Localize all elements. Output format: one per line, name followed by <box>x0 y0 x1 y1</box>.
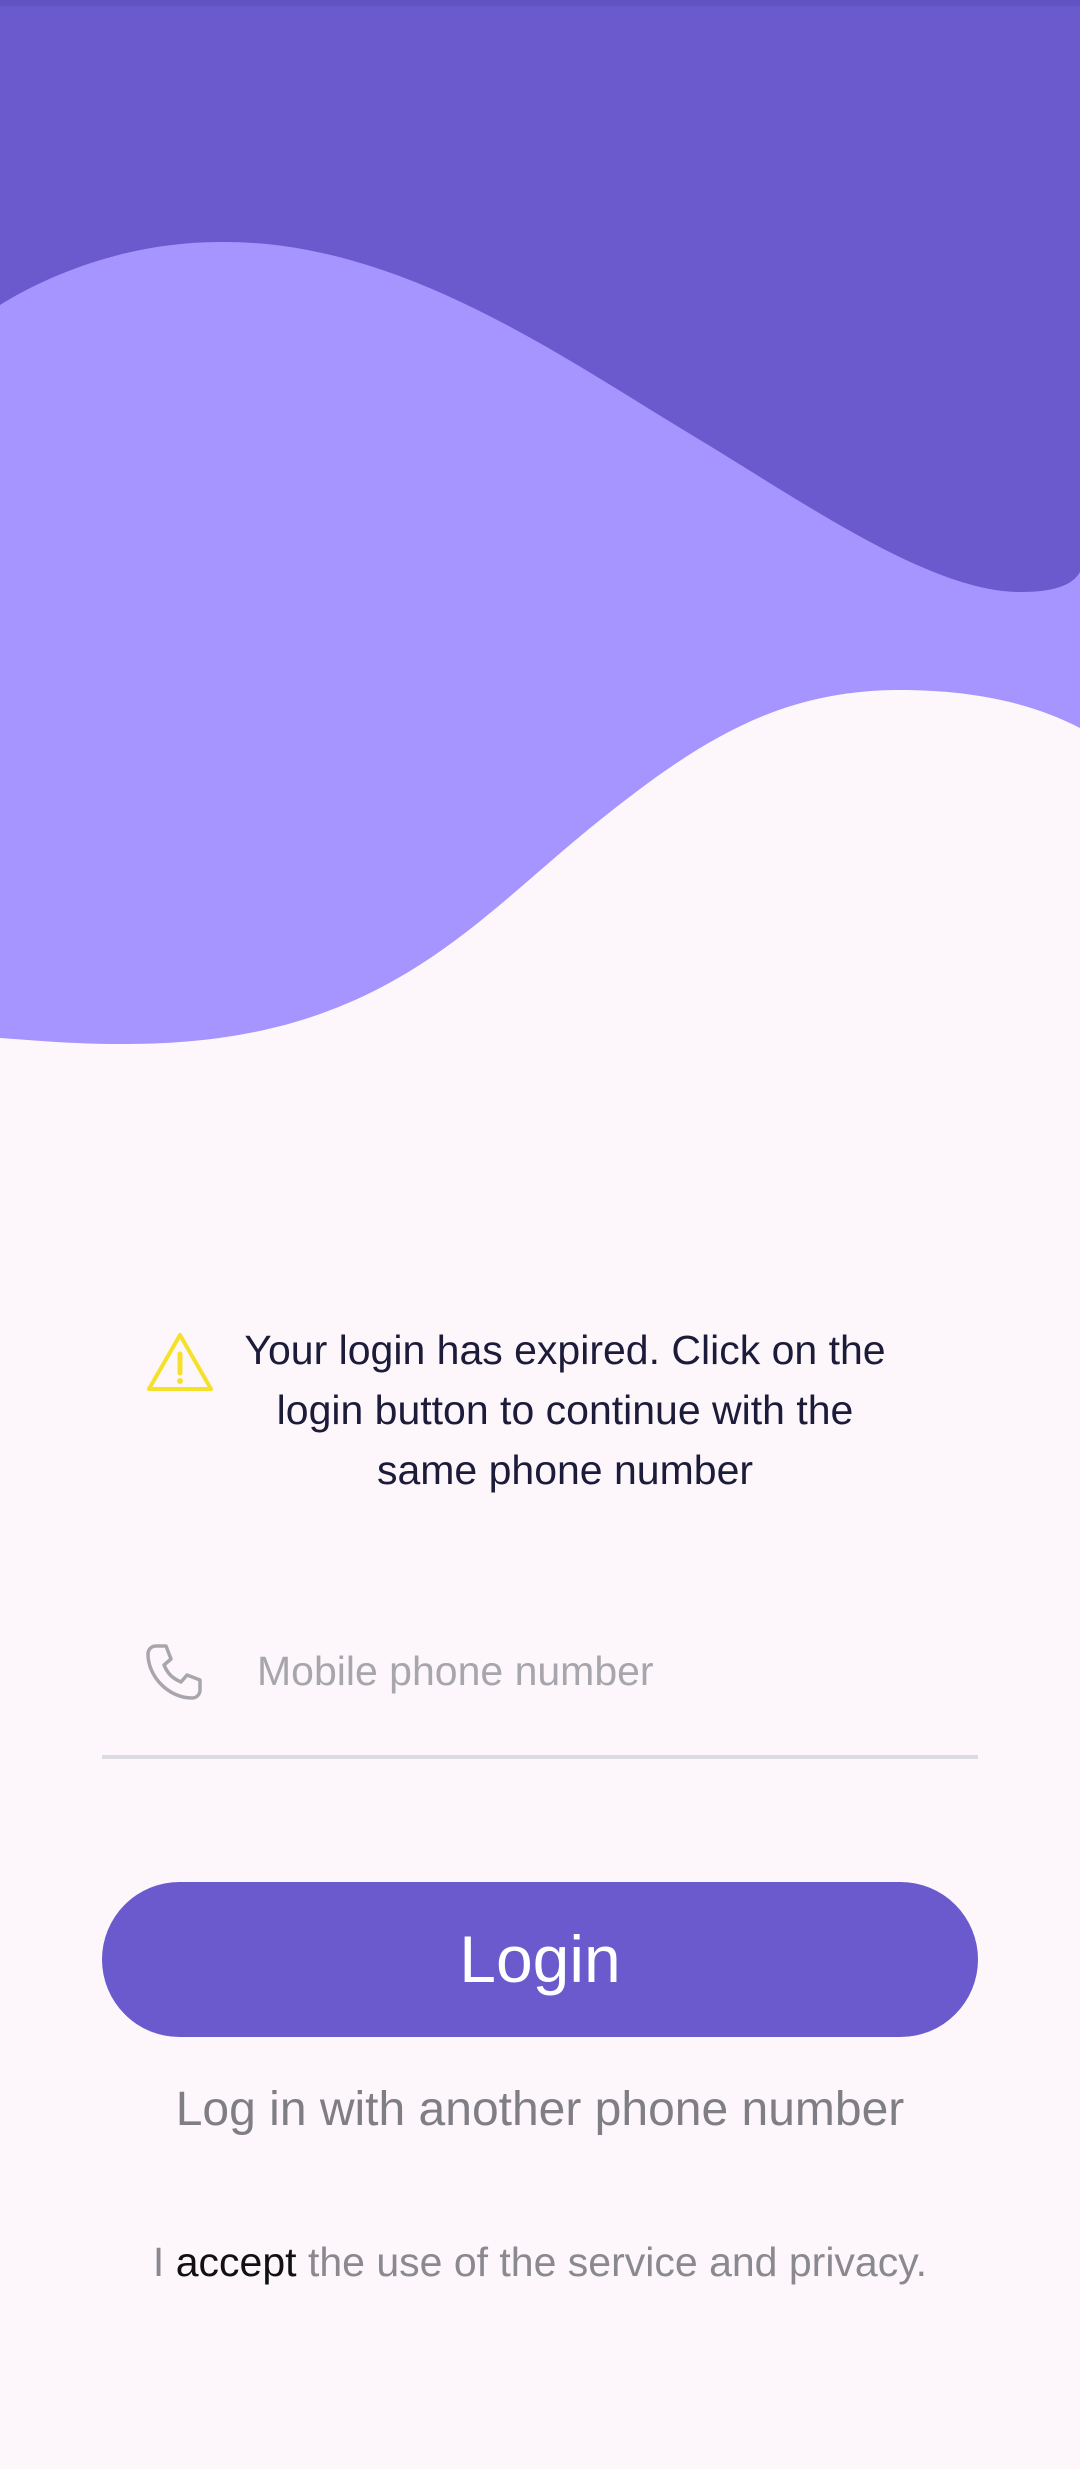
login-with-another-number-link[interactable]: Log in with another phone number <box>0 2075 1080 2145</box>
phone-number-field[interactable] <box>102 1615 978 1759</box>
terms-prefix: I <box>152 2239 165 2285</box>
session-expired-message: Your login has expired. Click on the log… <box>244 1327 886 1493</box>
warning-icon <box>145 1330 215 1394</box>
terms-accept-link[interactable]: accept <box>176 2239 297 2285</box>
session-expired-notice: Your login has expired. Click on the log… <box>145 1320 945 1520</box>
phone-icon <box>142 1640 206 1704</box>
hero-wave-background <box>0 0 1080 1060</box>
terms-suffix: the use of the service and privacy. <box>307 2239 928 2285</box>
terms-text: I accept the use of the service and priv… <box>0 2232 1080 2292</box>
phone-number-input[interactable] <box>257 1631 957 1711</box>
login-button[interactable]: Login <box>102 1882 978 2037</box>
